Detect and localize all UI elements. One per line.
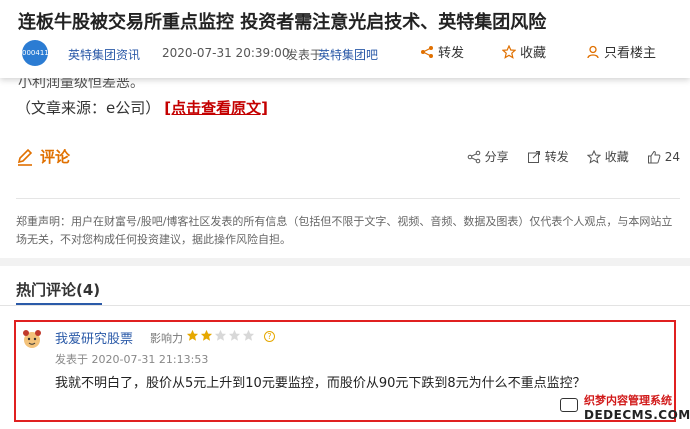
divider (0, 305, 690, 306)
post-date: 2020-07-31 20:39:00 (162, 46, 290, 60)
forward-label: 转发 (438, 46, 465, 61)
view-original-link[interactable]: [点击查看原文] (164, 99, 268, 117)
commenter-name[interactable]: 我爱研究股票 (55, 328, 133, 347)
share-label: 分享 (484, 150, 509, 164)
comment-text: 我就不明白了，股价从5元上升到10元要监控，而股价从90元下跌到8元为什么不重点… (55, 376, 586, 391)
article-title: 连板牛股被交易所重点监控 投资者需注意光启技术、英特集团风险 (18, 12, 547, 33)
source-text: （文章来源：e公司） (16, 99, 161, 117)
influence-label: 影响力 (150, 332, 183, 345)
article-meta: 000411 英特集团资讯 2020-07-31 20:39:00 发表于 英特… (22, 40, 682, 66)
favorite-button[interactable]: 收藏 (502, 42, 546, 61)
post-actions: 分享 转发 收藏 24 (467, 148, 680, 165)
star-outline-icon (586, 149, 601, 164)
comment-button[interactable]: 评论 (16, 146, 70, 167)
share-icon (467, 150, 480, 163)
star-outline-icon (502, 44, 516, 59)
article-source: （文章来源：e公司） [点击查看原文] (16, 97, 268, 118)
comment-label: 评论 (40, 148, 71, 166)
favorite-post-label: 收藏 (604, 150, 629, 164)
star-filled-icon (186, 329, 199, 341)
forward-post-label: 转发 (544, 150, 569, 164)
disclaimer: 郑重声明：用户在财富号/股吧/博客社区发表的所有信息（包括但不限于文字、视频、音… (16, 215, 673, 246)
hot-comments-title[interactable]: 热门评论(4) (16, 279, 100, 300)
comment-date: 发表于 2020-07-31 21:13:53 (55, 353, 209, 366)
like-count: 24 (664, 149, 680, 164)
watermark-cn: 织梦内容管理系统 (584, 394, 672, 407)
article-header: 连板牛股被交易所重点监控 投资者需注意光启技术、英特集团风险 000411 英特… (0, 0, 690, 78)
chat-bubble-icon (560, 398, 578, 412)
divider (16, 198, 680, 199)
star-empty-icon (228, 329, 241, 341)
only-owner-label: 只看楼主 (604, 46, 657, 61)
help-icon[interactable]: ? (264, 331, 275, 342)
commenter-avatar[interactable] (21, 328, 43, 350)
only-owner-button[interactable]: 只看楼主 (586, 42, 656, 61)
like-button[interactable]: 24 (647, 148, 680, 165)
forum-link[interactable]: 英特集团吧 (318, 46, 378, 63)
share-button[interactable]: 分享 (467, 148, 509, 165)
user-icon (587, 45, 599, 58)
published-in-label: 发表于 (286, 48, 323, 62)
forward-button[interactable]: 转发 (420, 42, 464, 61)
star-filled-icon (200, 329, 213, 341)
star-empty-icon (214, 329, 227, 341)
watermark-logo: 织梦内容管理系统 DEDECMS.COM (560, 392, 690, 428)
star-empty-icon (242, 329, 255, 341)
forward-post-button[interactable]: 转发 (527, 148, 569, 165)
section-separator (0, 258, 690, 266)
share-icon (421, 45, 433, 58)
influence-stars (186, 329, 255, 342)
favorite-label: 收藏 (520, 46, 547, 61)
favorite-post-button[interactable]: 收藏 (586, 148, 629, 165)
watermark-en: DEDECMS.COM (584, 408, 690, 422)
pencil-icon (17, 148, 33, 166)
forward-icon (527, 150, 540, 163)
comment-action-bar: 评论 分享 转发 收藏 24 (16, 146, 680, 170)
thumbs-up-icon (647, 150, 661, 163)
author-avatar[interactable]: 000411 (22, 40, 49, 66)
author-link[interactable]: 英特集团资讯 (68, 46, 140, 63)
